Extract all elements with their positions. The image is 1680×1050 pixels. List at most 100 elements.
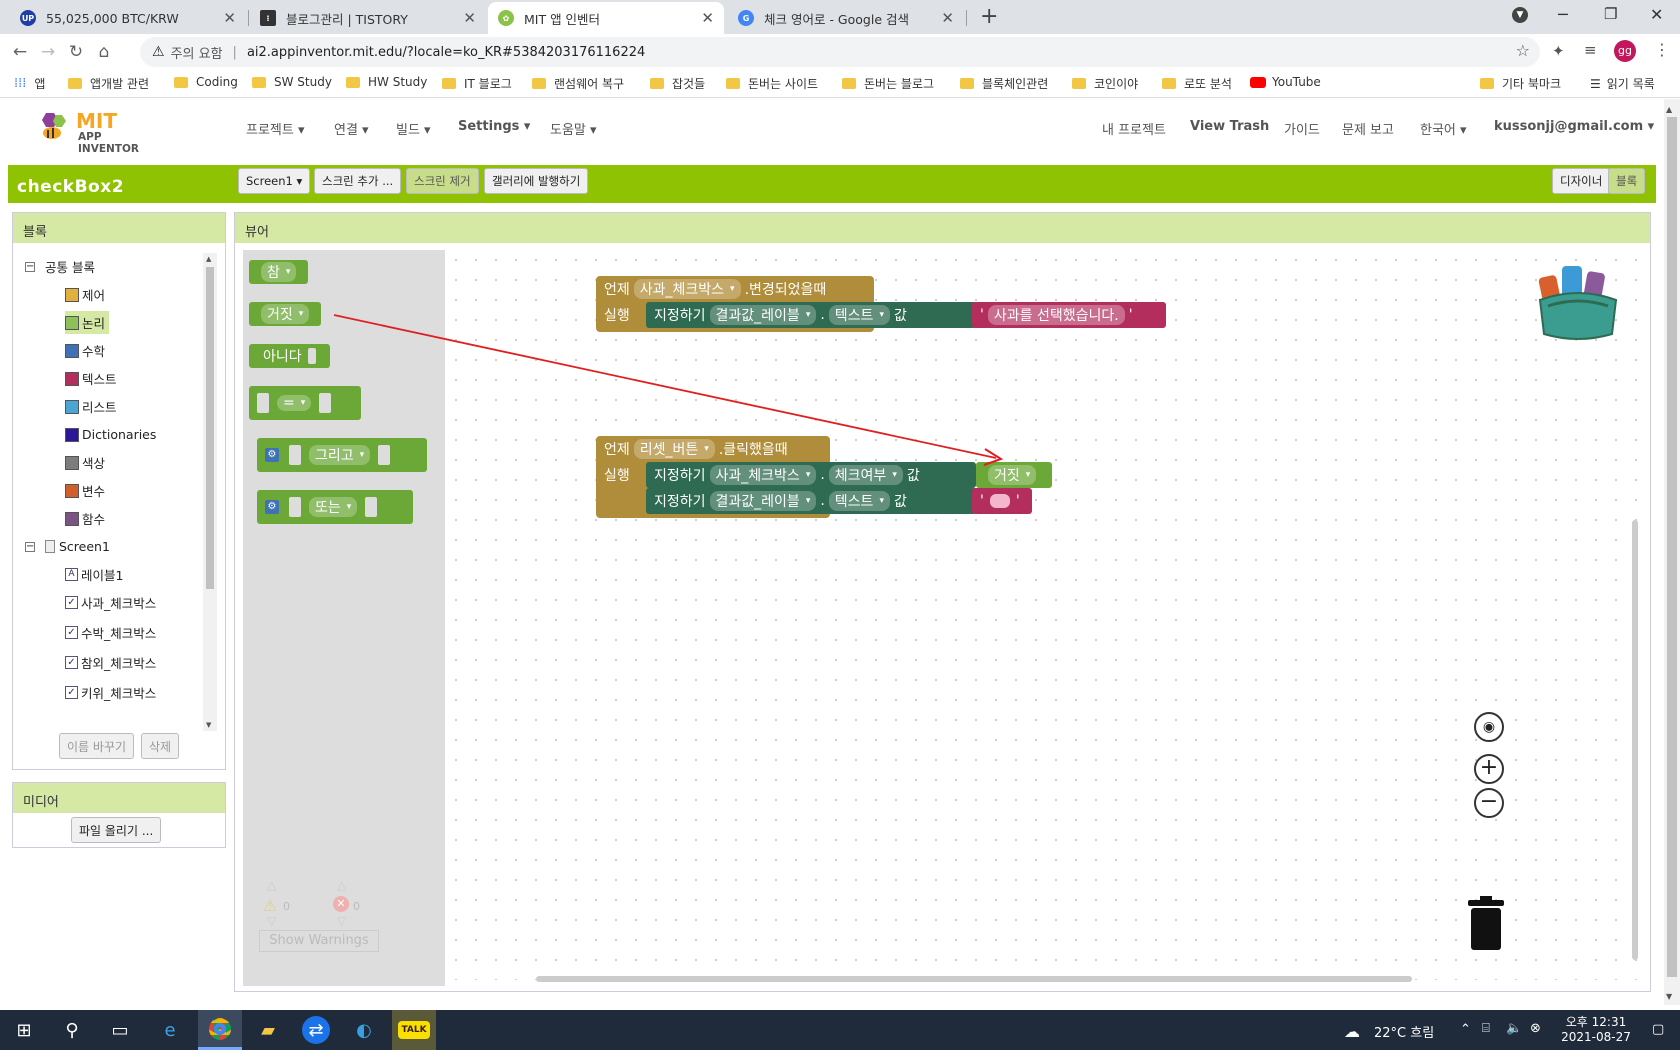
- trash-icon[interactable]: [1466, 896, 1506, 952]
- home-icon[interactable]: ⌂: [90, 42, 118, 62]
- omnibox[interactable]: ⚠ 주의 요함 | ai2.appinventor.mit.edu/?local…: [140, 37, 1540, 67]
- menu-account[interactable]: kussonjj@gmail.com ▾: [1494, 119, 1654, 134]
- menu-icon[interactable]: ⋮: [1654, 40, 1670, 59]
- minimize-icon[interactable]: ─: [1558, 5, 1568, 24]
- menu-build[interactable]: 빌드 ▾: [396, 119, 431, 138]
- page-scrollbar[interactable]: ▲ ▼: [1664, 99, 1680, 1005]
- bookmark-item[interactable]: 잡것들: [650, 75, 705, 92]
- app-inventor-logo[interactable]: MIT APP INVENTOR: [34, 107, 154, 155]
- delete-button[interactable]: 삭제: [141, 733, 180, 759]
- bookmark-item[interactable]: SW Study: [252, 75, 332, 89]
- profile-avatar[interactable]: gg: [1614, 40, 1636, 62]
- component-checkbox[interactable]: ✓ 사과_체크박스: [65, 593, 156, 612]
- menu-my-projects[interactable]: 내 프로젝트: [1102, 119, 1166, 138]
- clock[interactable]: 오후 12:31 2021-08-27: [1560, 1013, 1632, 1044]
- chrome-icon[interactable]: [198, 1010, 242, 1050]
- category-control[interactable]: 제어: [65, 285, 105, 304]
- window-close-icon[interactable]: ✕: [1650, 5, 1663, 24]
- tree-screen1[interactable]: − Screen1: [25, 539, 110, 554]
- false-value-block[interactable]: 거짓 ▾: [976, 462, 1052, 488]
- component-checkbox[interactable]: ✓ 참외_체크박스: [65, 653, 156, 672]
- bookmark-item[interactable]: 돈버는 사이트: [726, 75, 818, 92]
- volume-icon[interactable]: 🔈: [1506, 1021, 1522, 1036]
- show-warnings-button[interactable]: Show Warnings: [259, 930, 379, 952]
- weather-text[interactable]: 22°C 흐림: [1374, 1022, 1434, 1041]
- and-block[interactable]: ⚙ 그리고 ▾: [257, 438, 427, 472]
- component-checkbox[interactable]: ✓ 키위_체크박스: [65, 683, 156, 702]
- menu-help[interactable]: 도움말 ▾: [550, 119, 597, 138]
- category-lists[interactable]: 리스트: [65, 397, 117, 416]
- network-icon[interactable]: ⌸: [1482, 1021, 1490, 1036]
- screen-select[interactable]: Screen1 ▾: [238, 168, 311, 194]
- bookmark-item[interactable]: HW Study: [346, 75, 427, 89]
- menu-language[interactable]: 한국어 ▾: [1420, 119, 1467, 138]
- tab-search-icon[interactable]: ▼: [1512, 7, 1528, 23]
- tree-builtin[interactable]: − 공통 블록: [25, 257, 95, 276]
- workspace-vscroll[interactable]: [1632, 520, 1638, 960]
- tab-appinventor[interactable]: ✿ MIT 앱 인벤터 ✕: [488, 2, 724, 34]
- component-label1[interactable]: A 레이블1: [65, 565, 123, 584]
- compare-block[interactable]: = ▾: [249, 386, 361, 420]
- tree-scrollbar[interactable]: ▲ ▼: [203, 253, 217, 731]
- rename-button[interactable]: 이름 바꾸기: [59, 733, 135, 759]
- warning-up-arrow-icon[interactable]: △: [267, 878, 276, 892]
- text-string-block[interactable]: ' 사과를 선택했습니다. ': [972, 302, 1166, 328]
- bookmark-item[interactable]: 랜섬웨어 복구: [532, 75, 624, 92]
- bookmark-item[interactable]: 블록체인관련: [960, 75, 1048, 92]
- edge-icon[interactable]: ◐: [350, 1016, 378, 1044]
- error-down-arrow-icon[interactable]: ▽: [337, 914, 346, 928]
- false-block[interactable]: 거짓 ▾: [249, 302, 322, 326]
- publish-gallery-button[interactable]: 갤러리에 발행하기: [484, 168, 589, 194]
- bookmark-item[interactable]: 앱개발 관련: [68, 75, 149, 92]
- or-block[interactable]: ⚙ 또는 ▾: [257, 490, 413, 524]
- reload-icon[interactable]: ↻: [62, 42, 90, 62]
- menu-view-trash[interactable]: View Trash: [1190, 119, 1269, 134]
- tray-up-icon[interactable]: ⌃: [1460, 1022, 1471, 1037]
- bookmark-item[interactable]: Coding: [174, 75, 238, 89]
- category-colors[interactable]: 색상: [65, 453, 105, 472]
- tab-tistory[interactable]: ⁝ 블로그관리 | TISTORY ✕: [250, 2, 486, 34]
- new-tab-icon[interactable]: +: [980, 4, 998, 29]
- menu-connect[interactable]: 연결 ▾: [334, 119, 369, 138]
- close-icon[interactable]: ✕: [701, 9, 714, 27]
- not-block[interactable]: 아니다: [249, 344, 330, 368]
- bookmark-item[interactable]: 코인이야: [1072, 75, 1138, 92]
- component-checkbox[interactable]: ✓ 수박_체크박스: [65, 623, 156, 642]
- add-screen-button[interactable]: 스크린 추가 ...: [314, 168, 402, 194]
- blocks-button[interactable]: 블록: [1608, 168, 1646, 194]
- menu-project[interactable]: 프로젝트 ▾: [246, 119, 305, 138]
- category-procedures[interactable]: 함수: [65, 509, 105, 528]
- center-icon[interactable]: ◉: [1474, 712, 1504, 742]
- action-center-icon[interactable]: ▢: [1652, 1022, 1664, 1037]
- warning-down-arrow-icon[interactable]: ▽: [267, 914, 276, 928]
- bookmark-reading-list[interactable]: ☰ 읽기 목록: [1590, 75, 1655, 92]
- ie-icon[interactable]: e: [156, 1016, 184, 1044]
- blocks-workspace[interactable]: 언제 사과_체크박스 ▾ .변경되었을때 실행 지정하기 결과값_레이블 ▾. 텍스트 ▾ 값 …: [446, 250, 1643, 982]
- set-checkbox-checked-block[interactable]: 지정하기 사과_체크박스 ▾. 체크여부 ▾ 값: [646, 462, 976, 488]
- bookmark-youtube[interactable]: YouTube: [1250, 75, 1321, 89]
- menu-guide[interactable]: 가이드: [1284, 119, 1320, 138]
- kakaotalk-icon[interactable]: TALK: [392, 1010, 436, 1050]
- bookmark-item[interactable]: 로또 분석: [1162, 75, 1232, 92]
- designer-button[interactable]: 디자이너: [1552, 168, 1611, 194]
- teamviewer-icon[interactable]: ⇄: [302, 1016, 330, 1044]
- bookmark-item[interactable]: 돈버는 블로그: [842, 75, 934, 92]
- task-view-icon[interactable]: ▭: [106, 1016, 134, 1044]
- set-label-text-block[interactable]: 지정하기 결과값_레이블 ▾. 텍스트 ▾ 값: [646, 302, 976, 328]
- category-dictionaries[interactable]: Dictionaries: [65, 427, 156, 442]
- zoom-in-icon[interactable]: +: [1474, 754, 1504, 784]
- back-icon[interactable]: ←: [6, 42, 34, 62]
- close-icon[interactable]: ✕: [463, 9, 476, 27]
- restore-icon[interactable]: ❐: [1604, 5, 1617, 23]
- error-up-arrow-icon[interactable]: △: [337, 878, 346, 892]
- remove-screen-button[interactable]: 스크린 제거: [406, 168, 479, 194]
- close-icon[interactable]: ✕: [223, 9, 236, 27]
- menu-settings[interactable]: Settings ▾: [458, 119, 530, 134]
- reading-list-icon[interactable]: ≡: [1584, 41, 1597, 59]
- empty-text-block[interactable]: ' ': [972, 488, 1032, 514]
- category-variables[interactable]: 변수: [65, 481, 105, 500]
- bookmark-item[interactable]: IT 블로그: [442, 75, 512, 92]
- tab-google[interactable]: G 체크 영어로 - Google 검색 ✕: [728, 2, 964, 34]
- file-explorer-icon[interactable]: ▰: [254, 1016, 282, 1044]
- extensions-icon[interactable]: ✦: [1552, 42, 1565, 60]
